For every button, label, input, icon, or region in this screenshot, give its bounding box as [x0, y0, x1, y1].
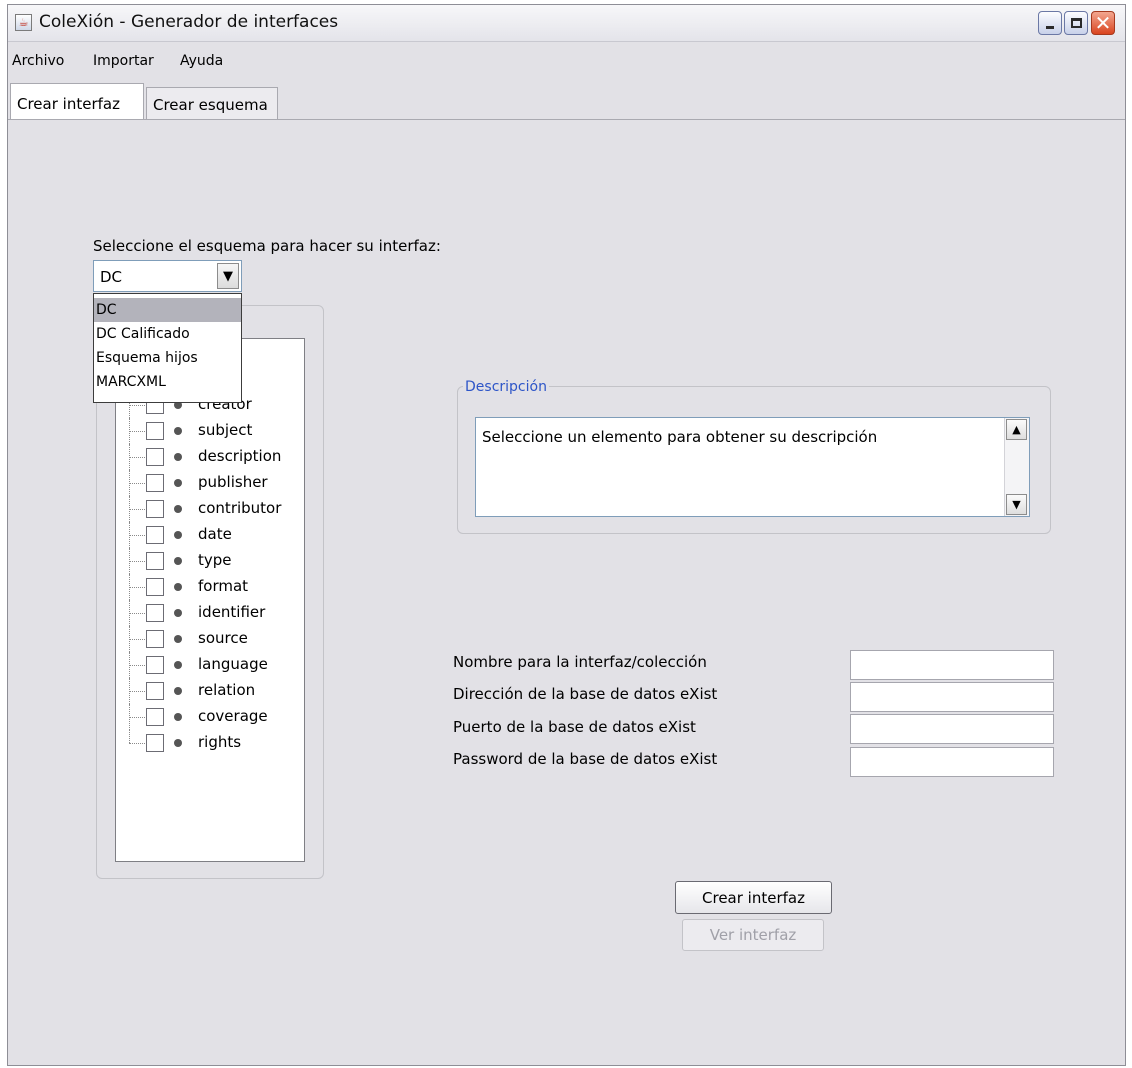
description-text: Seleccione un elemento para obtener su d…: [482, 428, 878, 446]
leaf-node-icon: [174, 609, 182, 617]
tree-item-label: relation: [198, 681, 256, 699]
element-checkbox[interactable]: [146, 552, 164, 570]
element-checkbox[interactable]: [146, 448, 164, 466]
description-textarea[interactable]: Seleccione un elemento para obtener su d…: [475, 417, 1030, 517]
elements-tree[interactable]: creator subject description publisher co…: [115, 338, 305, 862]
maximize-icon: [1070, 18, 1082, 28]
element-checkbox[interactable]: [146, 422, 164, 440]
create-interface-button[interactable]: Crear interfaz: [675, 881, 832, 914]
element-checkbox[interactable]: [146, 734, 164, 752]
minimize-button[interactable]: [1038, 11, 1062, 35]
leaf-node-icon: [174, 739, 182, 747]
menu-ayuda[interactable]: Ayuda: [180, 53, 223, 69]
menu-archivo[interactable]: Archivo: [12, 53, 64, 69]
tree-item-label: date: [198, 525, 232, 543]
db-port-field[interactable]: [850, 714, 1054, 744]
db-password-label: Password de la base de datos eXist: [453, 750, 718, 768]
element-checkbox[interactable]: [146, 526, 164, 544]
leaf-node-icon: [174, 583, 182, 591]
element-checkbox[interactable]: [146, 656, 164, 674]
chevron-down-icon[interactable]: ▼: [217, 263, 239, 289]
element-checkbox[interactable]: [146, 682, 164, 700]
element-checkbox[interactable]: [146, 500, 164, 518]
tree-item-label: identifier: [198, 603, 266, 621]
app-window: ☕ ColeXión - Generador de interfaces ✕ A…: [7, 4, 1126, 1066]
leaf-node-icon: [174, 635, 182, 643]
leaf-node-icon: [174, 479, 182, 487]
leaf-node-icon: [174, 505, 182, 513]
schema-option[interactable]: MARCXML: [94, 370, 241, 394]
db-address-field[interactable]: [850, 682, 1054, 712]
close-button[interactable]: ✕: [1091, 11, 1115, 35]
leaf-node-icon: [174, 531, 182, 539]
tree-item-label: coverage: [198, 707, 268, 725]
db-password-field[interactable]: [850, 747, 1054, 777]
db-port-label: Puerto de la base de datos eXist: [453, 718, 696, 736]
interface-name-label: Nombre para la interfaz/colección: [453, 653, 707, 671]
element-checkbox[interactable]: [146, 578, 164, 596]
tree-item-label: subject: [198, 421, 253, 439]
menu-importar[interactable]: Importar: [93, 53, 154, 69]
maximize-button[interactable]: [1064, 11, 1088, 35]
tree-item-label: type: [198, 551, 232, 569]
schema-option[interactable]: Esquema hijos: [94, 346, 241, 370]
leaf-node-icon: [174, 557, 182, 565]
leaf-node-icon: [174, 453, 182, 461]
leaf-node-icon: [174, 687, 182, 695]
element-checkbox[interactable]: [146, 630, 164, 648]
tree-item-label: description: [198, 447, 282, 465]
schema-prompt: Seleccione el esquema para hacer su inte…: [93, 237, 441, 255]
leaf-node-icon: [174, 713, 182, 721]
tree-item-label: format: [198, 577, 249, 595]
schema-dropdown-list[interactable]: DC DC Calificado Esquema hijos MARCXML: [93, 293, 242, 403]
tree-item-label: publisher: [198, 473, 268, 491]
java-app-icon: ☕: [15, 14, 32, 31]
scroll-down-icon[interactable]: ▼: [1006, 494, 1027, 515]
element-checkbox[interactable]: [146, 474, 164, 492]
description-scrollbar[interactable]: ▲ ▼: [1004, 418, 1029, 516]
db-address-label: Dirección de la base de datos eXist: [453, 685, 718, 703]
view-interface-button[interactable]: Ver interfaz: [682, 919, 824, 951]
schema-option[interactable]: DC: [94, 298, 241, 322]
tree-item-label: contributor: [198, 499, 282, 517]
title-bar[interactable]: ☕ ColeXión - Generador de interfaces ✕: [8, 5, 1125, 42]
tree-item-label: language: [198, 655, 268, 673]
description-group-title: Descripción: [463, 379, 549, 395]
scroll-up-icon[interactable]: ▲: [1006, 419, 1027, 440]
schema-select[interactable]: DC ▼: [93, 260, 242, 292]
leaf-node-icon: [174, 427, 182, 435]
tab-crear-interfaz[interactable]: Crear interfaz: [10, 83, 144, 119]
close-icon: ✕: [1094, 11, 1112, 35]
minimize-icon: [1046, 25, 1054, 29]
leaf-node-icon: [174, 661, 182, 669]
tab-panel-border: [8, 119, 1125, 120]
tree-item-label: rights: [198, 733, 242, 751]
schema-option[interactable]: DC Calificado: [94, 322, 241, 346]
schema-selected-value: DC: [100, 268, 123, 286]
window-title: ColeXión - Generador de interfaces: [39, 12, 339, 32]
interface-name-field[interactable]: [850, 650, 1054, 680]
tree-item-label: source: [198, 629, 248, 647]
tab-crear-esquema[interactable]: Crear esquema: [146, 87, 278, 119]
element-checkbox[interactable]: [146, 708, 164, 726]
element-checkbox[interactable]: [146, 604, 164, 622]
